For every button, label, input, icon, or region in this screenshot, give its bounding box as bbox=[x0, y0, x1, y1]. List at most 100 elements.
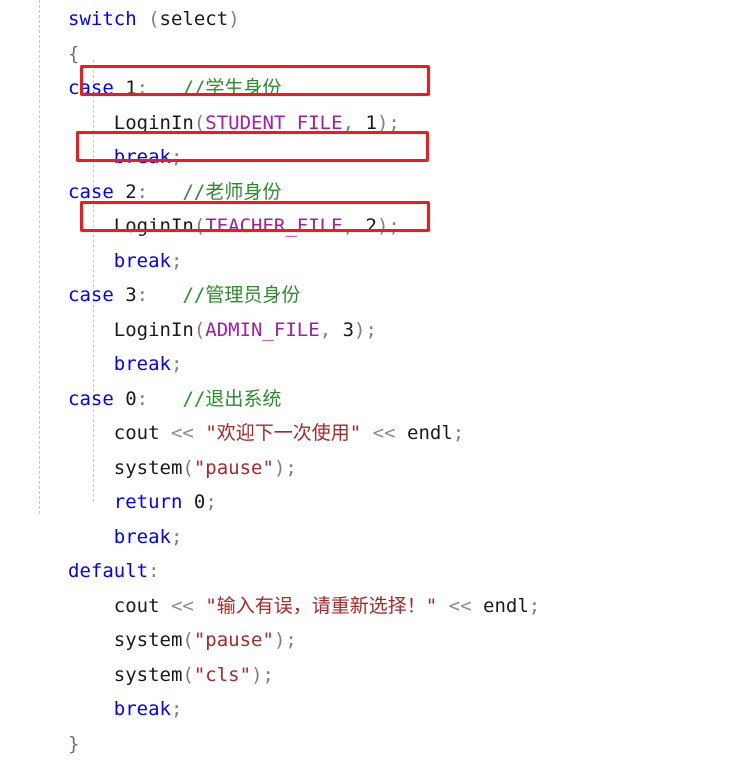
line-break-4[interactable]: break; bbox=[0, 520, 731, 555]
line-switch[interactable]: switch (select) bbox=[0, 2, 731, 37]
line-break-1[interactable]: break; bbox=[0, 140, 731, 175]
token-punct: : bbox=[137, 77, 148, 99]
token-comment: //管理员身份 bbox=[182, 284, 300, 306]
token-plain bbox=[148, 77, 182, 99]
token-punct: ; bbox=[285, 457, 296, 479]
token-number: 3 bbox=[125, 284, 136, 306]
token-keyword: break bbox=[114, 526, 171, 548]
token-keyword: break bbox=[114, 146, 171, 168]
token-punct: : bbox=[137, 284, 148, 306]
token-punct: , bbox=[343, 215, 354, 237]
token-punct: ; bbox=[285, 629, 296, 651]
token-keyword: break bbox=[114, 353, 171, 375]
token-punct: ( bbox=[194, 319, 205, 341]
line-indent bbox=[68, 215, 114, 237]
token-plain bbox=[160, 422, 171, 444]
token-plain bbox=[396, 422, 407, 444]
line-indent bbox=[68, 422, 114, 444]
token-punct: : bbox=[148, 560, 159, 582]
token-plain bbox=[114, 388, 125, 410]
token-macro: TEACHER_FILE bbox=[205, 215, 342, 237]
token-punct: ; bbox=[366, 319, 377, 341]
token-punct: ( bbox=[182, 629, 193, 651]
line-case-1[interactable]: case 1: //学生身份 bbox=[0, 71, 731, 106]
line-loginin-student[interactable]: LoginIn(STUDENT_FILE, 1); bbox=[0, 106, 731, 141]
token-comment: //学生身份 bbox=[182, 77, 281, 99]
token-func: LoginIn bbox=[114, 215, 194, 237]
token-plain bbox=[114, 77, 125, 99]
token-comment: //老师身份 bbox=[182, 181, 281, 203]
token-punct: ; bbox=[171, 353, 182, 375]
token-plain bbox=[114, 284, 125, 306]
line-indent bbox=[68, 491, 114, 513]
line-default[interactable]: default: bbox=[0, 554, 731, 589]
line-break-5[interactable]: break; bbox=[0, 692, 731, 727]
token-brace: { bbox=[68, 43, 79, 65]
line-cout-error[interactable]: cout << "输入有误，请重新选择！" << endl; bbox=[0, 589, 731, 624]
token-number: 2 bbox=[365, 215, 376, 237]
token-plain: endl bbox=[483, 595, 529, 617]
token-keyword: switch bbox=[68, 8, 137, 30]
token-plain bbox=[354, 215, 365, 237]
token-operator: << bbox=[373, 422, 396, 444]
token-string: "pause" bbox=[194, 629, 274, 651]
token-punct: , bbox=[320, 319, 331, 341]
token-plain: cout bbox=[114, 595, 160, 617]
token-punct: ) bbox=[274, 629, 285, 651]
token-plain bbox=[114, 181, 125, 203]
token-comment: //退出系统 bbox=[182, 388, 281, 410]
token-punct: ; bbox=[388, 112, 399, 134]
token-punct: ; bbox=[171, 250, 182, 272]
line-case-0[interactable]: case 0: //退出系统 bbox=[0, 382, 731, 417]
token-macro: ADMIN_FILE bbox=[205, 319, 319, 341]
token-plain bbox=[137, 8, 148, 30]
code-view[interactable]: switch (select) { case 1: //学生身份 LoginIn(S… bbox=[0, 0, 731, 514]
token-plain: cout bbox=[114, 422, 160, 444]
line-indent bbox=[68, 595, 114, 617]
token-plain bbox=[182, 491, 193, 513]
line-return-0[interactable]: return 0; bbox=[0, 485, 731, 520]
token-punct: : bbox=[137, 181, 148, 203]
line-break-2[interactable]: break; bbox=[0, 244, 731, 279]
line-case-3[interactable]: case 3: //管理员身份 bbox=[0, 278, 731, 313]
line-indent bbox=[68, 319, 114, 341]
token-keyword: case bbox=[68, 388, 114, 410]
token-plain bbox=[354, 112, 365, 134]
token-punct: ; bbox=[263, 664, 274, 686]
token-punct: ) bbox=[274, 457, 285, 479]
token-punct: ; bbox=[529, 595, 540, 617]
token-plain bbox=[331, 319, 342, 341]
token-keyword: return bbox=[114, 491, 183, 513]
token-plain bbox=[160, 595, 171, 617]
token-plain bbox=[148, 284, 182, 306]
token-punct: ( bbox=[182, 457, 193, 479]
line-indent bbox=[68, 698, 114, 720]
line-break-3[interactable]: break; bbox=[0, 347, 731, 382]
line-loginin-admin[interactable]: LoginIn(ADMIN_FILE, 3); bbox=[0, 313, 731, 348]
line-system-pause-1[interactable]: system("pause"); bbox=[0, 451, 731, 486]
token-punct: ) bbox=[377, 112, 388, 134]
line-cout-welcome[interactable]: cout << "欢迎下一次使用" << endl; bbox=[0, 416, 731, 451]
token-string: "输入有误，请重新选择！" bbox=[205, 595, 437, 617]
line-indent bbox=[68, 629, 114, 651]
token-keyword: default bbox=[68, 560, 148, 582]
token-plain bbox=[148, 181, 182, 203]
line-indent bbox=[68, 664, 114, 686]
token-plain bbox=[437, 595, 448, 617]
token-keyword: case bbox=[68, 181, 114, 203]
line-loginin-teacher[interactable]: LoginIn(TEACHER_FILE, 2); bbox=[0, 209, 731, 244]
token-punct: , bbox=[343, 112, 354, 134]
line-open-brace[interactable]: { bbox=[0, 37, 731, 72]
token-keyword: case bbox=[68, 284, 114, 306]
token-punct: : bbox=[137, 388, 148, 410]
token-func: LoginIn bbox=[114, 319, 194, 341]
line-close-brace[interactable]: } bbox=[0, 727, 731, 761]
token-punct: ( bbox=[182, 664, 193, 686]
line-case-2[interactable]: case 2: //老师身份 bbox=[0, 175, 731, 210]
token-func: LoginIn bbox=[114, 112, 194, 134]
token-keyword: break bbox=[114, 250, 171, 272]
token-punct: ) bbox=[377, 215, 388, 237]
line-system-cls[interactable]: system("cls"); bbox=[0, 658, 731, 693]
token-func: system bbox=[114, 629, 183, 651]
line-system-pause-2[interactable]: system("pause"); bbox=[0, 623, 731, 658]
